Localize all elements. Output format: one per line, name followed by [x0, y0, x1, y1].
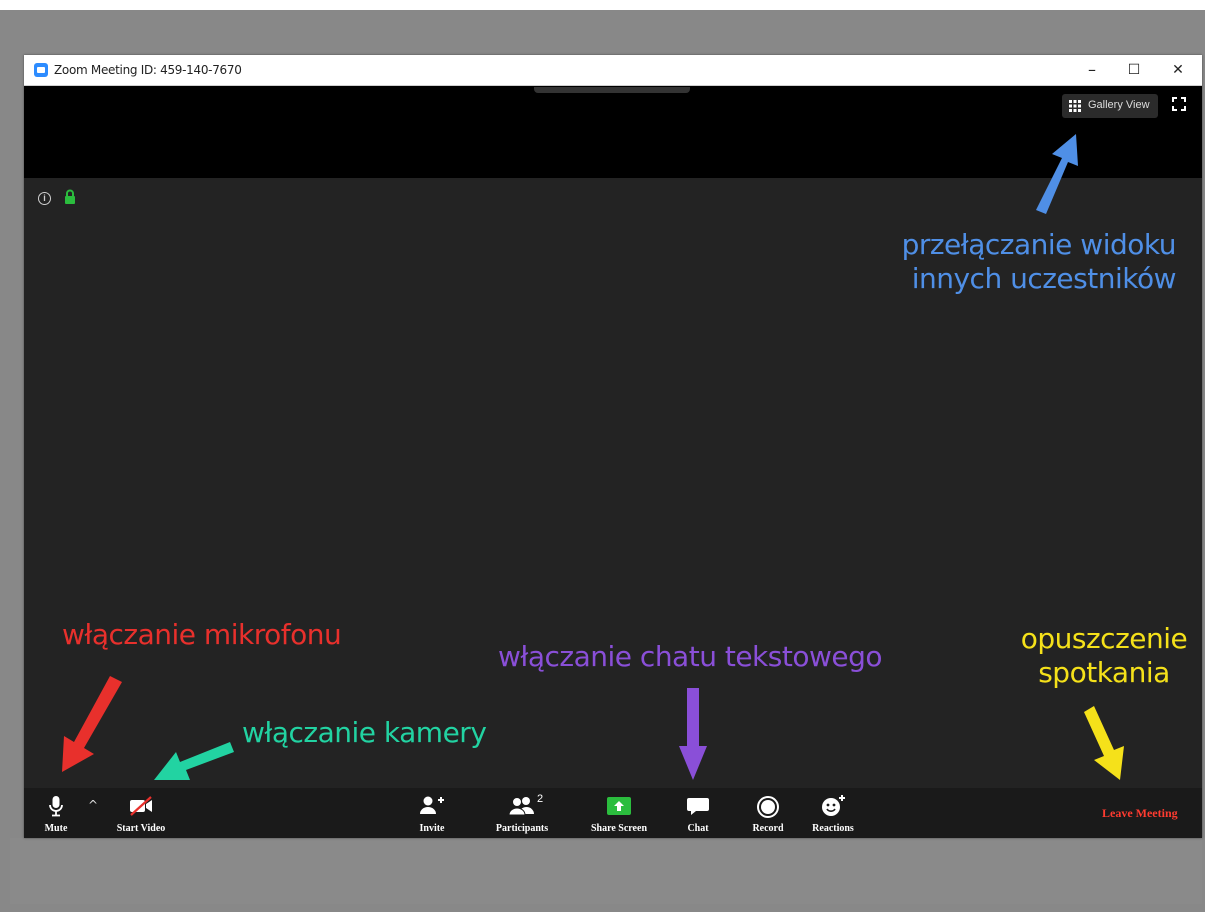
annotation-gallery-line1: przełączanie widoku	[901, 228, 1177, 261]
video-top-band: Gallery View	[24, 86, 1202, 178]
participants-icon	[508, 797, 534, 816]
record-button[interactable]: Record	[746, 788, 790, 838]
arrow-down-icon	[679, 688, 707, 780]
arrow-down-icon	[62, 676, 122, 772]
audio-options-chevron-up-icon[interactable]: ^	[88, 798, 98, 812]
maximize-button[interactable]: ☐	[1116, 59, 1152, 81]
gallery-view-label: Gallery View	[1088, 99, 1150, 111]
gallery-view-button[interactable]: Gallery View	[1062, 94, 1158, 118]
grid-icon	[1069, 100, 1081, 112]
info-icon[interactable]: i	[38, 192, 51, 205]
fullscreen-icon[interactable]	[1172, 97, 1186, 111]
annotation-leave: opuszczenie spotkania	[1010, 622, 1198, 690]
record-icon	[757, 796, 779, 818]
annotation-gallery-line2: innych uczestników	[911, 262, 1177, 295]
invite-label: Invite	[419, 823, 445, 834]
drag-handle[interactable]	[534, 87, 690, 93]
annotation-gallery-view: przełączanie widoku innych uczestników	[878, 228, 1177, 296]
leave-meeting-button[interactable]: Leave Meeting	[1102, 806, 1178, 821]
annotation-microphone: włączanie mikrofonu	[62, 618, 342, 651]
video-off-icon	[130, 796, 152, 816]
share-screen-icon	[607, 797, 631, 815]
window-title: Zoom Meeting ID: 459-140-7670	[54, 63, 242, 77]
meeting-toolbar: Mute ^ Start Video Invite Participants 2…	[24, 788, 1202, 838]
title-bar: Zoom Meeting ID: 459-140-7670 – ☐ ✕	[24, 55, 1202, 86]
arrow-up-icon	[1036, 134, 1078, 214]
participants-button[interactable]: Participants	[488, 788, 556, 838]
arrow-down-icon	[1084, 706, 1124, 780]
minimize-button[interactable]: –	[1074, 59, 1110, 81]
annotation-leave-line2: spotkania	[1038, 656, 1170, 689]
invite-user-icon	[420, 796, 444, 814]
chat-button[interactable]: Chat	[676, 788, 720, 838]
invite-button[interactable]: Invite	[410, 788, 454, 838]
reactions-icon	[822, 795, 845, 816]
desktop-background	[10, 838, 1202, 904]
reactions-label: Reactions	[812, 823, 854, 834]
start-video-label: Start Video	[116, 823, 166, 834]
chat-bubble-icon	[687, 798, 709, 815]
annotation-leave-line1: opuszczenie	[1020, 622, 1188, 655]
zoom-app-icon	[34, 63, 48, 77]
mute-button[interactable]: Mute	[34, 788, 78, 838]
chat-label: Chat	[687, 823, 709, 834]
background-strip	[0, 0, 1205, 10]
arrow-left-icon	[154, 742, 234, 780]
reactions-button[interactable]: Reactions	[804, 788, 862, 838]
lock-icon[interactable]	[64, 189, 76, 205]
zoom-meeting-window: Zoom Meeting ID: 459-140-7670 – ☐ ✕ Gall…	[24, 55, 1202, 838]
share-screen-button[interactable]: Share Screen	[584, 788, 654, 838]
participants-count-badge: 2	[537, 793, 544, 805]
annotation-camera: włączanie kamery	[242, 716, 487, 749]
share-screen-label: Share Screen	[590, 823, 647, 834]
close-button[interactable]: ✕	[1160, 59, 1196, 81]
mute-label: Mute	[44, 823, 68, 834]
start-video-button[interactable]: Start Video	[110, 788, 172, 838]
record-label: Record	[752, 823, 784, 834]
microphone-icon	[49, 796, 63, 817]
participants-label: Participants	[495, 823, 549, 834]
annotation-chat: włączanie chatu tekstowego	[498, 640, 883, 673]
